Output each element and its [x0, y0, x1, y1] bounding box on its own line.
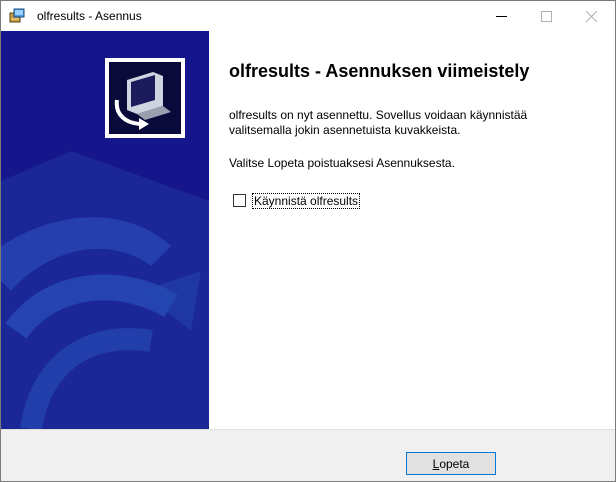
- close-icon: [586, 11, 597, 22]
- installer-app-icon: [9, 8, 25, 24]
- title-bar[interactable]: olfresults - Asennus: [1, 1, 615, 31]
- maximize-icon: [541, 11, 552, 22]
- finish-button-accelerator: L: [432, 456, 440, 471]
- window-title: olfresults - Asennus: [37, 9, 142, 23]
- finish-button-label: opeta: [439, 456, 470, 471]
- finish-message-line1: olfresults on nyt asennettu. Sovellus vo…: [229, 108, 528, 122]
- launch-checkbox[interactable]: [233, 194, 246, 207]
- close-button[interactable]: [569, 1, 614, 31]
- finish-message-line2: valitsemalla jokin asennetuista kuvakkei…: [229, 123, 461, 137]
- setup-logo: [105, 58, 185, 138]
- exit-instruction: Valitse Lopeta poistuaksesi Asennuksesta…: [229, 156, 455, 170]
- finish-button[interactable]: Lopeta: [406, 452, 496, 475]
- computer-install-icon: [109, 62, 181, 134]
- wizard-footer: Lopeta: [1, 429, 615, 481]
- wizard-side-panel: [1, 31, 209, 429]
- minimize-icon: [496, 16, 507, 17]
- minimize-button[interactable]: [479, 1, 524, 31]
- wizard-content: olfresults - Asennuksen viimeistely olfr…: [209, 31, 615, 429]
- page-title: olfresults - Asennuksen viimeistely: [229, 61, 530, 81]
- launch-checkbox-label[interactable]: Käynnistä olfresults: [252, 193, 361, 209]
- finish-message: olfresults on nyt asennettu. Sovellus vo…: [229, 108, 609, 138]
- installer-window: olfresults - Asennus olfresults - Asennu…: [0, 0, 616, 482]
- maximize-button[interactable]: [524, 1, 569, 31]
